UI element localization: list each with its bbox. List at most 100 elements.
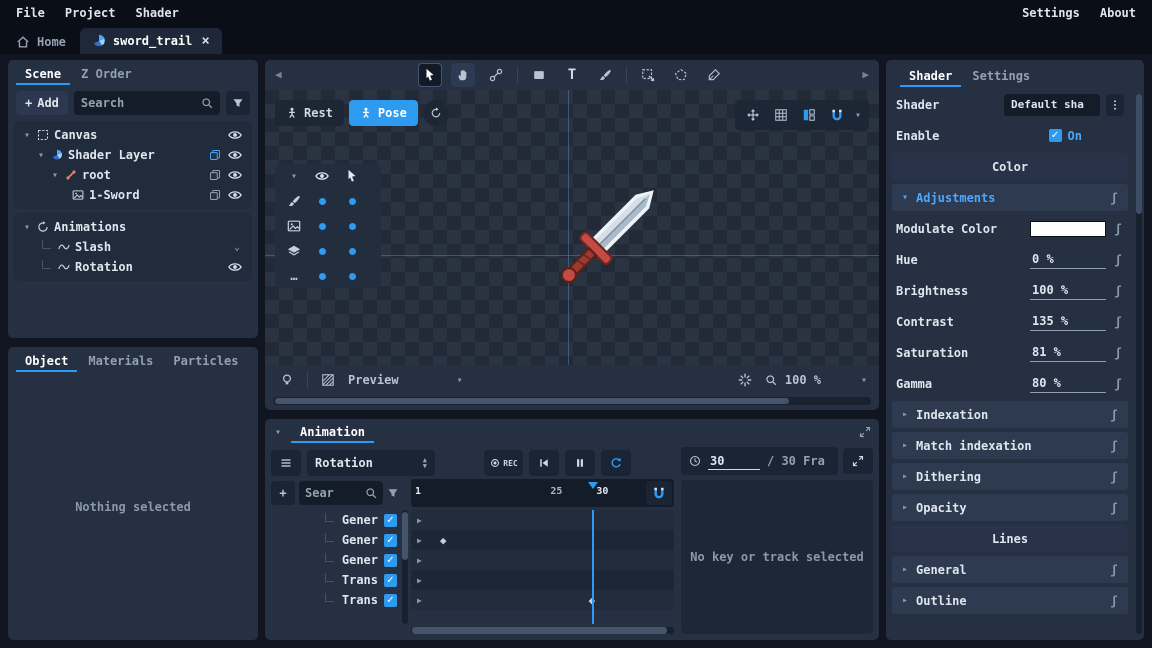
- more-filters-label[interactable]: …: [290, 269, 297, 283]
- driver-icon[interactable]: ʃ: [1108, 439, 1120, 453]
- background-light-button[interactable]: [275, 368, 299, 392]
- value-input[interactable]: 135 %: [1030, 313, 1106, 331]
- add-node-button[interactable]: + Add: [16, 91, 68, 115]
- loop-button[interactable]: [601, 450, 631, 476]
- section-outline[interactable]: ▸ Outline ʃ: [892, 587, 1128, 614]
- driver-icon[interactable]: ʃ: [1112, 253, 1124, 267]
- value-input[interactable]: 0 %: [1030, 251, 1106, 269]
- select-tool-button[interactable]: [418, 63, 442, 87]
- track-checkbox[interactable]: ✓: [384, 594, 397, 607]
- shader-menu-button[interactable]: [1106, 94, 1124, 116]
- scrollbar-thumb[interactable]: [402, 512, 408, 560]
- track-row-general-3[interactable]: Gener ✓: [271, 550, 399, 570]
- caret-down-icon[interactable]: ▾: [36, 150, 46, 161]
- polygon-select-tool-button[interactable]: [669, 63, 693, 87]
- shader-select[interactable]: Default sha: [1004, 94, 1100, 116]
- enable-checkbox[interactable]: ✓: [1049, 129, 1062, 142]
- zoom-dropdown-caret-icon[interactable]: ▾: [859, 375, 869, 386]
- stepper-down-icon[interactable]: ▼: [423, 463, 427, 469]
- shader-panel-scrollbar[interactable]: [1136, 94, 1142, 634]
- timeline-snap-button[interactable]: [646, 481, 672, 505]
- tree-row-sword[interactable]: 1-Sword: [16, 185, 250, 205]
- scrollbar-thumb[interactable]: [412, 627, 667, 634]
- sword-sprite[interactable]: [528, 166, 678, 316]
- duplicate-icon[interactable]: [209, 169, 221, 181]
- track-expand-icon[interactable]: ▶: [417, 576, 422, 585]
- driver-icon[interactable]: ʃ: [1112, 315, 1124, 329]
- viewport-canvas[interactable]: Rest Pose: [265, 90, 879, 365]
- pause-button[interactable]: [565, 450, 595, 476]
- menu-settings[interactable]: Settings: [1012, 6, 1090, 20]
- timeline-collapse-caret-icon[interactable]: ▾: [273, 427, 283, 438]
- driver-icon[interactable]: ʃ: [1108, 191, 1120, 205]
- driver-icon[interactable]: ʃ: [1112, 346, 1124, 360]
- grid-toggle-button[interactable]: [769, 103, 793, 127]
- record-button[interactable]: REC: [484, 450, 522, 476]
- track-filter-icon[interactable]: [387, 487, 399, 499]
- menu-about[interactable]: About: [1090, 6, 1146, 20]
- rectangle-tool-button[interactable]: [527, 63, 551, 87]
- skip-to-start-button[interactable]: [529, 450, 559, 476]
- track-checkbox[interactable]: ✓: [384, 534, 397, 547]
- add-track-button[interactable]: +: [271, 481, 295, 505]
- track-row-transform-1[interactable]: Trans ✓: [271, 570, 399, 590]
- caret-down-icon[interactable]: ▾: [22, 222, 32, 233]
- keyframe-row[interactable]: ▶: [411, 550, 674, 570]
- preview-label[interactable]: Preview: [348, 373, 399, 387]
- driver-icon[interactable]: ʃ: [1108, 563, 1120, 577]
- menu-shader[interactable]: Shader: [125, 6, 188, 20]
- tab-materials[interactable]: Materials: [79, 350, 162, 372]
- transform-gizmo-button[interactable]: [741, 103, 765, 127]
- track-checkbox[interactable]: ✓: [384, 574, 397, 587]
- toggle-dot[interactable]: [349, 273, 356, 280]
- track-row-transform-2[interactable]: Trans ✓: [271, 590, 399, 610]
- tab-animation[interactable]: Animation: [291, 421, 374, 443]
- collapse-caret-icon[interactable]: ▾: [289, 171, 299, 182]
- toggle-dot[interactable]: [319, 248, 326, 255]
- reset-pose-button[interactable]: [423, 100, 449, 126]
- value-input[interactable]: 81 %: [1030, 344, 1106, 362]
- timeline-menu-button[interactable]: [271, 450, 301, 476]
- scene-filter-button[interactable]: [226, 91, 250, 115]
- tree-row-root[interactable]: ▾ root: [16, 165, 250, 185]
- tree-row-animations[interactable]: ▾ Animations: [16, 217, 250, 237]
- tab-shader[interactable]: Shader: [900, 65, 961, 87]
- keyframe-row[interactable]: ▶: [411, 590, 674, 610]
- caret-down-icon[interactable]: ▾: [50, 170, 60, 181]
- pose-mode-button[interactable]: Pose: [349, 100, 418, 126]
- tab-settings[interactable]: Settings: [963, 65, 1039, 87]
- clip-stepper[interactable]: ▲▼: [423, 457, 427, 469]
- tab-home[interactable]: Home: [4, 30, 78, 54]
- toggle-dot[interactable]: [319, 223, 326, 230]
- toggle-dot[interactable]: [319, 198, 326, 205]
- text-tool-button[interactable]: T: [560, 63, 584, 87]
- track-expand-icon[interactable]: ▶: [417, 536, 422, 545]
- timeline-ruler[interactable]: 1 25 30: [411, 479, 674, 507]
- keyframe-row[interactable]: ▶: [411, 510, 674, 530]
- driver-icon[interactable]: ʃ: [1112, 222, 1124, 236]
- brush-tool-button[interactable]: [593, 63, 617, 87]
- visibility-eye-icon[interactable]: [228, 128, 242, 142]
- current-frame-input[interactable]: 30: [708, 453, 760, 470]
- toggle-dot[interactable]: [319, 273, 326, 280]
- magic-select-tool-button[interactable]: [636, 63, 660, 87]
- menu-project[interactable]: Project: [55, 6, 126, 20]
- rest-mode-button[interactable]: Rest: [275, 100, 344, 126]
- keyframe-row[interactable]: ▶: [411, 570, 674, 590]
- chevron-down-icon[interactable]: ⌄: [232, 242, 242, 253]
- section-indexation[interactable]: ▸ Indexation ʃ: [892, 401, 1128, 428]
- close-tab-icon[interactable]: ×: [201, 33, 209, 49]
- node-tool-button[interactable]: [484, 63, 508, 87]
- scrollbar-thumb[interactable]: [275, 398, 789, 404]
- zoom-value[interactable]: 100 %: [785, 373, 821, 387]
- split-view-button[interactable]: [797, 103, 821, 127]
- driver-icon[interactable]: ʃ: [1112, 377, 1124, 391]
- menu-file[interactable]: File: [6, 6, 55, 20]
- refresh-preview-button[interactable]: [733, 368, 757, 392]
- expand-timeline-button[interactable]: [843, 448, 873, 474]
- track-checkbox[interactable]: ✓: [384, 554, 397, 567]
- driver-icon[interactable]: ʃ: [1108, 470, 1120, 484]
- tab-document[interactable]: sword_trail ×: [80, 28, 222, 54]
- value-input[interactable]: 100 %: [1030, 282, 1106, 300]
- visibility-eye-icon[interactable]: [228, 148, 242, 162]
